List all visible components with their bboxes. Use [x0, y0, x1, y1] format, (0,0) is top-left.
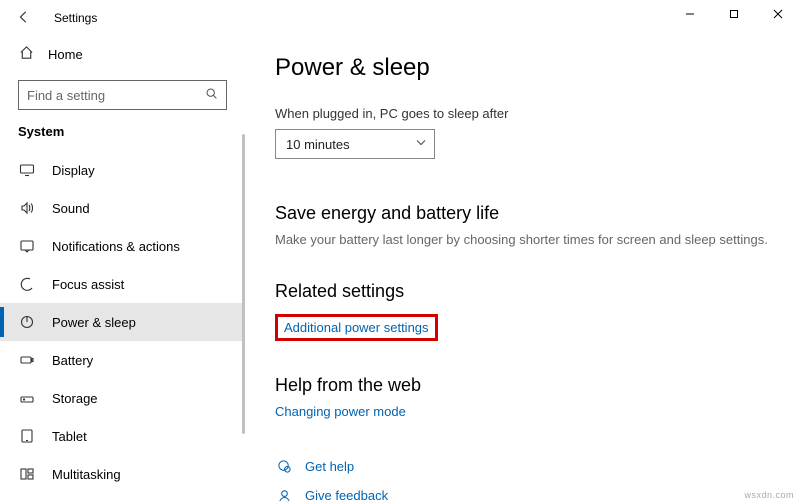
sidebar-item-sound[interactable]: Sound [0, 189, 245, 227]
sound-icon [18, 200, 36, 216]
search-placeholder: Find a setting [27, 88, 105, 103]
additional-power-settings-link[interactable]: Additional power settings [284, 320, 429, 335]
minimize-button[interactable] [668, 0, 712, 28]
main-content: Power & sleep When plugged in, PC goes t… [245, 36, 800, 504]
sidebar-item-label: Sound [52, 201, 90, 216]
sidebar-item-battery[interactable]: Battery [0, 341, 245, 379]
search-input[interactable]: Find a setting [18, 80, 227, 110]
sidebar-item-storage[interactable]: Storage [0, 379, 245, 417]
battery-icon [18, 352, 36, 368]
sleep-dropdown-value: 10 minutes [286, 137, 350, 152]
tablet-icon [18, 428, 36, 444]
sidebar-item-label: Notifications & actions [52, 239, 180, 254]
sidebar-item-display[interactable]: Display [0, 151, 245, 189]
focus-assist-icon [18, 276, 36, 292]
sidebar-item-label: Tablet [52, 429, 87, 444]
web-help-heading: Help from the web [275, 375, 800, 396]
changing-power-mode-link[interactable]: Changing power mode [275, 404, 406, 419]
watermark: wsxdn.com [744, 490, 794, 500]
notifications-icon [18, 238, 36, 254]
sidebar-nav: Display Sound Notifications & actions Fo… [0, 151, 245, 493]
sidebar-item-label: Home [48, 47, 83, 62]
sidebar-item-home[interactable]: Home [0, 36, 245, 72]
sidebar-item-label: Storage [52, 391, 98, 406]
feedback-icon [275, 488, 293, 503]
back-button[interactable] [14, 10, 34, 27]
save-energy-heading: Save energy and battery life [275, 203, 800, 224]
home-icon [18, 45, 34, 63]
close-button[interactable] [756, 0, 800, 28]
storage-icon [18, 390, 36, 406]
sidebar-item-focus-assist[interactable]: Focus assist [0, 265, 245, 303]
related-heading: Related settings [275, 281, 800, 302]
multitasking-icon [18, 466, 36, 482]
window-title: Settings [46, 11, 97, 25]
page-title: Power & sleep [275, 54, 800, 82]
sidebar: Home Find a setting System Display [0, 36, 245, 504]
power-sleep-icon [18, 314, 36, 330]
highlight-annotation: Additional power settings [275, 314, 438, 341]
give-feedback-link[interactable]: Give feedback [305, 488, 388, 503]
sidebar-item-multitasking[interactable]: Multitasking [0, 455, 245, 493]
sidebar-item-label: Power & sleep [52, 315, 136, 330]
sidebar-item-label: Display [52, 163, 95, 178]
save-energy-body: Make your battery last longer by choosin… [275, 232, 800, 247]
sidebar-item-notifications[interactable]: Notifications & actions [0, 227, 245, 265]
sidebar-item-power-sleep[interactable]: Power & sleep [0, 303, 245, 341]
sleep-label: When plugged in, PC goes to sleep after [275, 106, 800, 121]
sidebar-item-label: Focus assist [52, 277, 124, 292]
sidebar-item-label: Multitasking [52, 467, 121, 482]
display-icon [18, 162, 36, 178]
sidebar-item-tablet[interactable]: Tablet [0, 417, 245, 455]
chevron-down-icon [416, 138, 426, 151]
sidebar-item-label: Battery [52, 353, 93, 368]
get-help-icon [275, 459, 293, 474]
footer-help-links: Get help Give feedback [275, 459, 800, 503]
window-controls [668, 0, 800, 28]
sidebar-group-label: System [0, 124, 245, 151]
sleep-dropdown[interactable]: 10 minutes [275, 129, 435, 159]
search-icon [205, 87, 218, 103]
get-help-link[interactable]: Get help [305, 459, 354, 474]
maximize-button[interactable] [712, 0, 756, 28]
